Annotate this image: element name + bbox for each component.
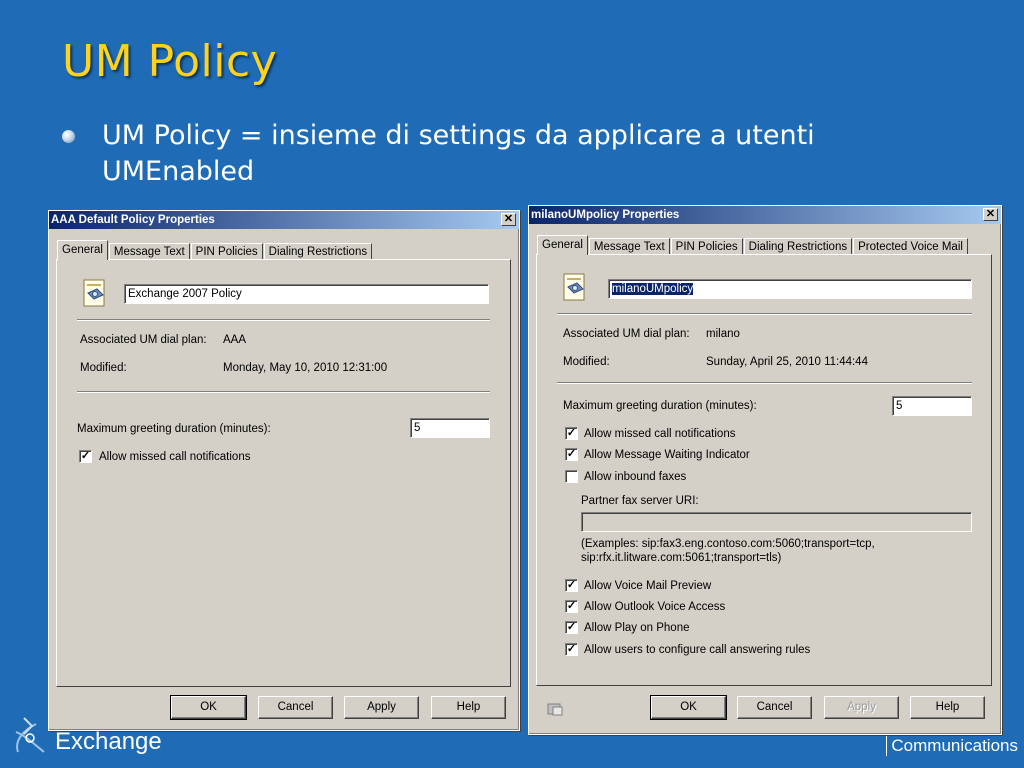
play-on-phone-checkbox[interactable]: ✓ bbox=[565, 621, 578, 634]
apply-button[interactable]: Apply bbox=[824, 696, 899, 719]
footer-brand: Exchange bbox=[55, 728, 162, 755]
greeting-duration-input[interactable]: 5 bbox=[410, 418, 490, 438]
voice-mail-preview-label: Allow Voice Mail Preview bbox=[584, 580, 712, 592]
dial-plan-label: Associated UM dial plan: bbox=[563, 328, 690, 340]
general-panel: Exchange 2007 Policy Associated UM dial … bbox=[56, 259, 511, 687]
close-icon[interactable]: ✕ bbox=[983, 208, 998, 221]
fax-uri-label: Partner fax server URI: bbox=[581, 495, 699, 507]
divider bbox=[77, 391, 490, 393]
modified-value: Sunday, April 25, 2010 11:44:44 bbox=[706, 356, 868, 368]
outlook-voice-access-label: Allow Outlook Voice Access bbox=[584, 601, 726, 613]
fax-examples-line1: (Examples: sip:fax3.eng.contoso.com:5060… bbox=[581, 538, 875, 550]
close-icon[interactable]: ✕ bbox=[501, 213, 516, 226]
tab-pin-policies[interactable]: PIN Policies bbox=[670, 238, 743, 255]
tab-dialing-restrictions[interactable]: Dialing Restrictions bbox=[743, 238, 853, 255]
policy-document-icon bbox=[83, 279, 105, 307]
tab-strip: General Message Text PIN Policies Dialin… bbox=[537, 235, 969, 255]
policy-document-icon bbox=[563, 273, 585, 301]
tab-strip: General Message Text PIN Policies Dialin… bbox=[57, 240, 373, 260]
policy-name-input[interactable]: milanoUMpolicy bbox=[608, 279, 972, 299]
dialog-aaa-default-policy: AAA Default Policy Properties ✕ General … bbox=[48, 210, 520, 731]
apply-button[interactable]: Apply bbox=[344, 696, 419, 719]
tab-dialing-restrictions[interactable]: Dialing Restrictions bbox=[263, 243, 373, 260]
slide-title: UM Policy bbox=[62, 36, 278, 87]
missed-call-label: Allow missed call notifications bbox=[584, 428, 736, 440]
missed-call-checkbox[interactable]: ✓ bbox=[565, 427, 578, 440]
policy-name-input[interactable]: Exchange 2007 Policy bbox=[124, 284, 489, 304]
dialog-title-bar[interactable]: AAA Default Policy Properties ✕ bbox=[49, 211, 519, 229]
missed-call-label: Allow missed call notifications bbox=[99, 451, 251, 463]
tab-general[interactable]: General bbox=[537, 235, 588, 255]
greeting-duration-label: Maximum greeting duration (minutes): bbox=[563, 400, 757, 412]
tab-pin-policies[interactable]: PIN Policies bbox=[190, 243, 263, 260]
help-button[interactable]: Help bbox=[431, 696, 506, 719]
tab-protected-voice-mail[interactable]: Protected Voice Mail bbox=[853, 238, 968, 255]
dial-plan-value: milano bbox=[706, 328, 740, 340]
inbound-faxes-checkbox[interactable] bbox=[565, 470, 578, 483]
divider bbox=[557, 382, 972, 384]
voice-mail-preview-checkbox[interactable]: ✓ bbox=[565, 579, 578, 592]
fax-examples-line2: sip:rfx.it.litware.com:5061;transport=tl… bbox=[581, 552, 782, 564]
help-button[interactable]: Help bbox=[910, 696, 985, 719]
tab-message-text[interactable]: Message Text bbox=[108, 243, 190, 260]
dial-plan-value: AAA bbox=[223, 334, 247, 346]
play-on-phone-label: Allow Play on Phone bbox=[584, 622, 690, 634]
exchange-logo-icon bbox=[15, 717, 45, 753]
tab-message-text[interactable]: Message Text bbox=[588, 238, 670, 255]
dial-plan-label: Associated UM dial plan: bbox=[80, 334, 207, 346]
ok-button[interactable]: OK bbox=[170, 695, 247, 720]
tab-general[interactable]: General bbox=[57, 240, 108, 260]
cancel-button[interactable]: Cancel bbox=[258, 696, 333, 719]
settings-icon bbox=[547, 703, 563, 716]
modified-label: Modified: bbox=[563, 356, 610, 368]
dialog-title: milanoUMpolicy Properties bbox=[531, 209, 680, 221]
dialog-title: AAA Default Policy Properties bbox=[51, 214, 215, 226]
cancel-button[interactable]: Cancel bbox=[737, 696, 812, 719]
outlook-voice-access-checkbox[interactable]: ✓ bbox=[565, 600, 578, 613]
divider bbox=[557, 313, 972, 315]
dialog-milano-um-policy: milanoUMpolicy Properties ✕ General Mess… bbox=[528, 205, 1002, 735]
general-panel: milanoUMpolicy Associated UM dial plan: … bbox=[536, 254, 992, 686]
inbound-faxes-label: Allow inbound faxes bbox=[584, 471, 687, 483]
footer-communications: Communications bbox=[886, 736, 1018, 756]
message-waiting-label: Allow Message Waiting Indicator bbox=[584, 449, 750, 461]
message-waiting-checkbox[interactable]: ✓ bbox=[565, 448, 578, 461]
call-answering-rules-label: Allow users to configure call answering … bbox=[584, 644, 811, 656]
bullet-icon bbox=[62, 130, 75, 143]
ok-button[interactable]: OK bbox=[650, 695, 727, 720]
greeting-duration-input[interactable]: 5 bbox=[892, 396, 972, 416]
modified-label: Modified: bbox=[80, 362, 127, 374]
bullet-text: UM Policy = insieme di settings da appli… bbox=[102, 120, 815, 187]
dialog-title-bar[interactable]: milanoUMpolicy Properties ✕ bbox=[529, 206, 1001, 224]
fax-uri-input[interactable] bbox=[581, 512, 972, 532]
greeting-duration-label: Maximum greeting duration (minutes): bbox=[77, 423, 271, 435]
missed-call-checkbox[interactable]: ✓ bbox=[79, 450, 92, 463]
modified-value: Monday, May 10, 2010 12:31:00 bbox=[223, 362, 388, 374]
call-answering-rules-checkbox[interactable]: ✓ bbox=[565, 643, 578, 656]
divider bbox=[77, 319, 490, 321]
